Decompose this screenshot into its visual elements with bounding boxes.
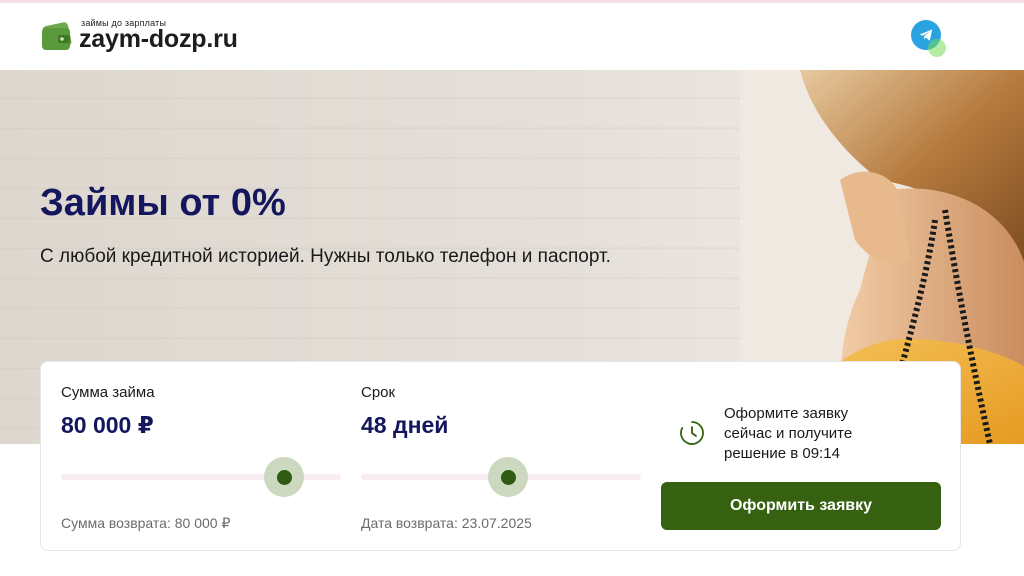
- hero-subtitle: С любой кредитной историей. Нужны только…: [40, 246, 611, 267]
- online-indicator: [928, 39, 946, 57]
- amount-label: Сумма займа: [61, 384, 155, 401]
- site-header: займы до зарплаты zaym-dozp.ru: [0, 3, 1024, 70]
- site-logo[interactable]: займы до зарплаты zaym-dozp.ru: [40, 18, 238, 54]
- term-value: 48 дней: [361, 412, 449, 438]
- amount-value: 80 000 ₽: [61, 412, 154, 438]
- slider-handle-dot: [500, 469, 516, 485]
- wallet-logo-icon: [40, 18, 76, 54]
- apply-button[interactable]: Оформить заявку: [661, 482, 941, 530]
- clock-icon: [679, 420, 705, 446]
- term-label: Срок: [361, 384, 396, 401]
- amount-slider-handle[interactable]: [264, 457, 304, 497]
- slider-handle-dot: [276, 469, 292, 485]
- term-return-date-text: Дата возврата: 23.07.2025: [361, 515, 532, 531]
- loan-calculator: Сумма займа 80 000 ₽ Сумма возврата: 80 …: [40, 361, 961, 551]
- logo-text: zaym-dozp.ru: [79, 25, 238, 53]
- term-slider-handle[interactable]: [488, 457, 528, 497]
- decision-time-info: Оформите заявку сейчас и получите решени…: [724, 405, 853, 462]
- amount-return-text: Сумма возврата: 80 000 ₽: [61, 515, 231, 531]
- logo-tagline: займы до зарплаты: [81, 18, 167, 28]
- hero-title: Займы от 0%: [40, 182, 286, 224]
